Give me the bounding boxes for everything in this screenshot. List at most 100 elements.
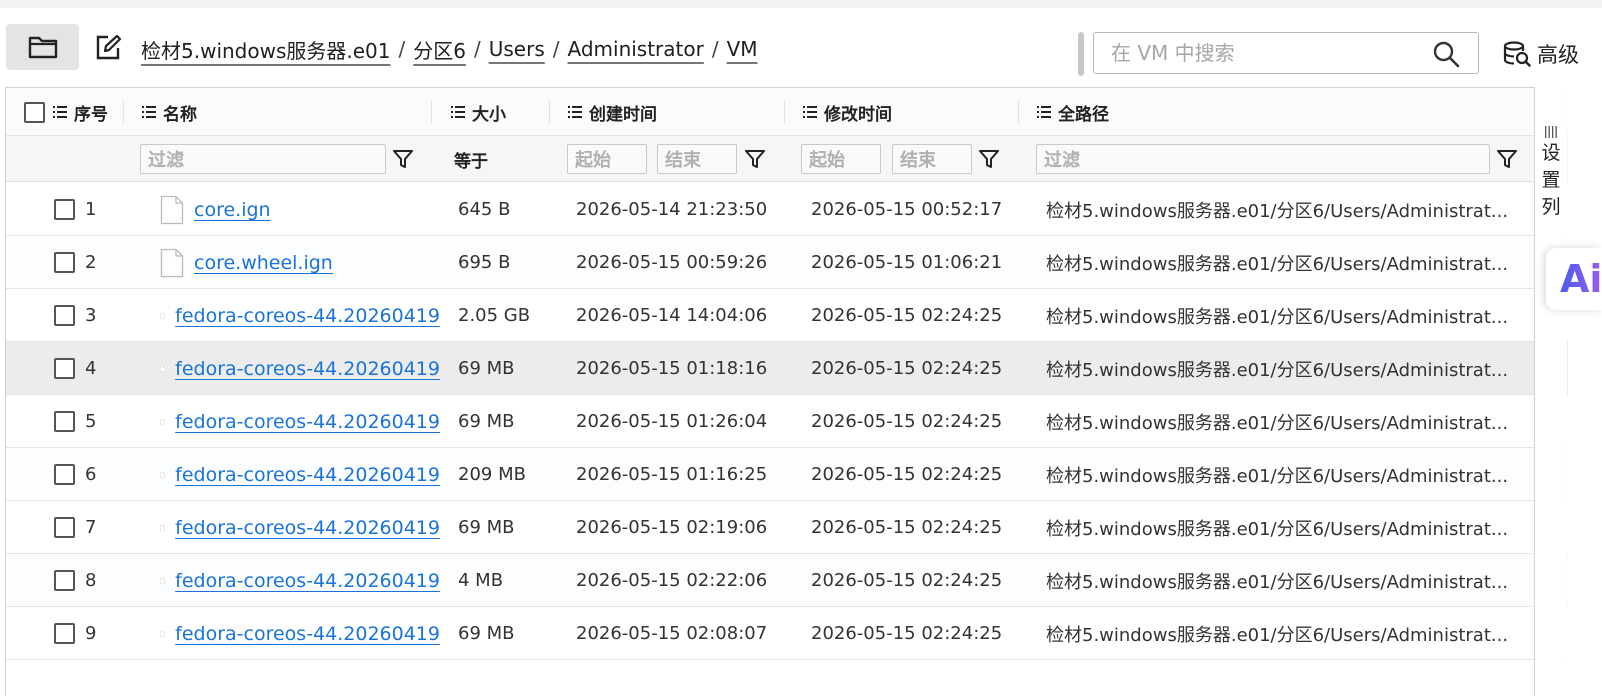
row-created: 2026-05-15 01:16:25 bbox=[576, 464, 768, 485]
column-divider[interactable] bbox=[431, 100, 432, 124]
row-index: 2 bbox=[85, 252, 97, 273]
advanced-label: 高级 bbox=[1537, 43, 1579, 67]
search-input[interactable] bbox=[1094, 34, 1414, 72]
row-index: 3 bbox=[85, 305, 97, 326]
select-all-checkbox[interactable] bbox=[24, 101, 45, 123]
breadcrumb-item[interactable]: 分区6 bbox=[413, 35, 466, 64]
row-checkbox[interactable] bbox=[54, 358, 75, 379]
path-filter-input[interactable]: 过滤 bbox=[1036, 144, 1490, 174]
header-modified[interactable]: 修改时间 bbox=[803, 88, 892, 136]
header-size[interactable]: 大小 bbox=[451, 88, 506, 136]
table-row[interactable]: 2 core.wheel.ign 695 B 2026-05-15 00:59:26 2… bbox=[6, 236, 1568, 289]
table-row[interactable]: 6 fedora-coreos-44.20260419 209 MB 2026-05-… bbox=[6, 448, 1568, 501]
row-checkbox[interactable] bbox=[54, 199, 75, 220]
row-path: 检材5.windows服务器.e01/分区6/Users/Administrat… bbox=[1046, 306, 1509, 328]
file-name-link[interactable]: fedora-coreos-44.20260419 bbox=[175, 464, 440, 486]
filter-icon[interactable] bbox=[978, 148, 1000, 170]
header-name[interactable]: 名称 bbox=[142, 88, 197, 136]
search-icon[interactable] bbox=[1432, 40, 1460, 68]
row-index-cell: 8 bbox=[54, 554, 96, 607]
column-divider[interactable] bbox=[123, 100, 124, 124]
folder-icon bbox=[28, 36, 57, 59]
row-modified: 2026-05-15 01:06:21 bbox=[811, 252, 1003, 273]
file-name-link[interactable]: fedora-coreos-44.20260419 bbox=[175, 305, 440, 327]
row-checkbox[interactable] bbox=[54, 411, 75, 432]
header-path-label: 全路径 bbox=[1058, 104, 1109, 125]
row-size: 69 MB bbox=[458, 623, 515, 644]
row-modified: 2026-05-15 02:24:25 bbox=[811, 623, 1003, 644]
row-created: 2026-05-14 14:04:06 bbox=[576, 305, 768, 326]
row-checkbox[interactable] bbox=[54, 464, 75, 485]
breadcrumb-item[interactable]: Administrator bbox=[568, 37, 704, 61]
file-name-link[interactable]: core.ign bbox=[194, 199, 271, 221]
ai-assistant-button[interactable]: Ai bbox=[1546, 248, 1602, 310]
row-index: 1 bbox=[85, 199, 97, 220]
column-divider[interactable] bbox=[784, 100, 785, 124]
row-size: 69 MB bbox=[458, 517, 515, 538]
modified-start-input[interactable]: 起始 bbox=[801, 144, 881, 174]
row-checkbox[interactable] bbox=[54, 623, 75, 644]
row-path: 检材5.windows服务器.e01/分区6/Users/Administrat… bbox=[1046, 253, 1509, 275]
row-path: 检材5.windows服务器.e01/分区6/Users/Administrat… bbox=[1046, 624, 1509, 646]
created-start-input[interactable]: 起始 bbox=[567, 144, 647, 174]
row-modified: 2026-05-15 02:24:25 bbox=[811, 570, 1003, 591]
edit-path-button[interactable] bbox=[92, 32, 124, 64]
row-name-cell: core.wheel.ign bbox=[160, 236, 440, 289]
row-checkbox[interactable] bbox=[54, 305, 75, 326]
file-name-link[interactable]: fedora-coreos-44.20260419 bbox=[175, 411, 440, 433]
size-filter-operator[interactable]: 等于 bbox=[454, 144, 488, 174]
filter-icon[interactable] bbox=[392, 148, 414, 170]
folder-button[interactable] bbox=[6, 24, 79, 70]
file-icon bbox=[160, 577, 165, 584]
header-size-label: 大小 bbox=[472, 104, 506, 125]
table-row[interactable]: 1 core.ign 645 B 2026-05-14 21:23:50 2026-05… bbox=[6, 183, 1568, 236]
row-index-cell: 7 bbox=[54, 501, 96, 554]
column-divider[interactable] bbox=[1018, 100, 1019, 124]
file-name-link[interactable]: fedora-coreos-44.20260419 bbox=[175, 517, 440, 539]
file-icon bbox=[160, 630, 165, 637]
table-row[interactable]: 9 fedora-coreos-44.20260419 69 MB 2026-05-1… bbox=[6, 607, 1568, 660]
file-name-link[interactable]: core.wheel.ign bbox=[194, 252, 333, 274]
row-modified: 2026-05-15 02:24:25 bbox=[811, 411, 1003, 432]
file-table: 序号 名称 大小 创建时间 修改时间 全路径 过滤 等于 起始 结束 起始 结束… bbox=[5, 87, 1568, 696]
row-size: 69 MB bbox=[458, 358, 515, 379]
row-modified: 2026-05-15 02:24:25 bbox=[811, 517, 1003, 538]
created-end-input[interactable]: 结束 bbox=[657, 144, 737, 174]
file-name-link[interactable]: fedora-coreos-44.20260419 bbox=[175, 570, 440, 592]
table-row[interactable]: 3 fedora-coreos-44.20260419 2.05 GB 2026-05… bbox=[6, 289, 1568, 342]
database-search-icon bbox=[1503, 41, 1531, 67]
header-path[interactable]: 全路径 bbox=[1037, 88, 1109, 136]
breadcrumb-item-current[interactable]: VM bbox=[727, 37, 758, 61]
row-size: 695 B bbox=[458, 252, 511, 273]
filter-icon[interactable] bbox=[1496, 148, 1518, 170]
table-row[interactable]: 4 fedora-coreos-44.20260419 69 MB 2026-05-1… bbox=[6, 342, 1568, 395]
row-checkbox[interactable] bbox=[54, 252, 75, 273]
header-index[interactable]: 序号 bbox=[24, 88, 108, 136]
search-resize-handle[interactable] bbox=[1078, 32, 1084, 76]
row-created: 2026-05-15 02:08:07 bbox=[576, 623, 768, 644]
modified-end-input[interactable]: 结束 bbox=[892, 144, 972, 174]
row-created: 2026-05-15 01:26:04 bbox=[576, 411, 768, 432]
file-name-link[interactable]: fedora-coreos-44.20260419 bbox=[175, 358, 440, 380]
row-size: 4 MB bbox=[458, 570, 504, 591]
table-row[interactable]: 7 fedora-coreos-44.20260419 69 MB 2026-05-1… bbox=[6, 501, 1568, 554]
row-checkbox[interactable] bbox=[54, 517, 75, 538]
row-name-cell: fedora-coreos-44.20260419 bbox=[160, 289, 440, 342]
menu-lines-icon bbox=[803, 106, 817, 118]
row-checkbox[interactable] bbox=[54, 570, 75, 591]
breadcrumb-item[interactable]: Users bbox=[489, 37, 545, 61]
menu-lines-icon bbox=[1037, 106, 1051, 118]
name-filter-input[interactable]: 过滤 bbox=[140, 144, 386, 174]
table-header: 序号 名称 大小 创建时间 修改时间 全路径 bbox=[6, 88, 1568, 136]
column-settings-tab[interactable]: 设 置 列 bbox=[1540, 126, 1562, 219]
file-icon bbox=[160, 195, 184, 224]
header-created[interactable]: 创建时间 bbox=[568, 88, 657, 136]
filter-icon[interactable] bbox=[744, 148, 766, 170]
table-row[interactable]: 8 fedora-coreos-44.20260419 4 MB 2026-05-15… bbox=[6, 554, 1568, 607]
file-name-link[interactable]: fedora-coreos-44.20260419 bbox=[175, 623, 440, 645]
search-box bbox=[1093, 32, 1479, 74]
column-divider[interactable] bbox=[549, 100, 550, 124]
advanced-search-button[interactable]: 高级 bbox=[1503, 36, 1579, 72]
table-row[interactable]: 5 fedora-coreos-44.20260419 69 MB 2026-05-1… bbox=[6, 395, 1568, 448]
breadcrumb-item[interactable]: 检材5.windows服务器.e01 bbox=[141, 35, 391, 64]
